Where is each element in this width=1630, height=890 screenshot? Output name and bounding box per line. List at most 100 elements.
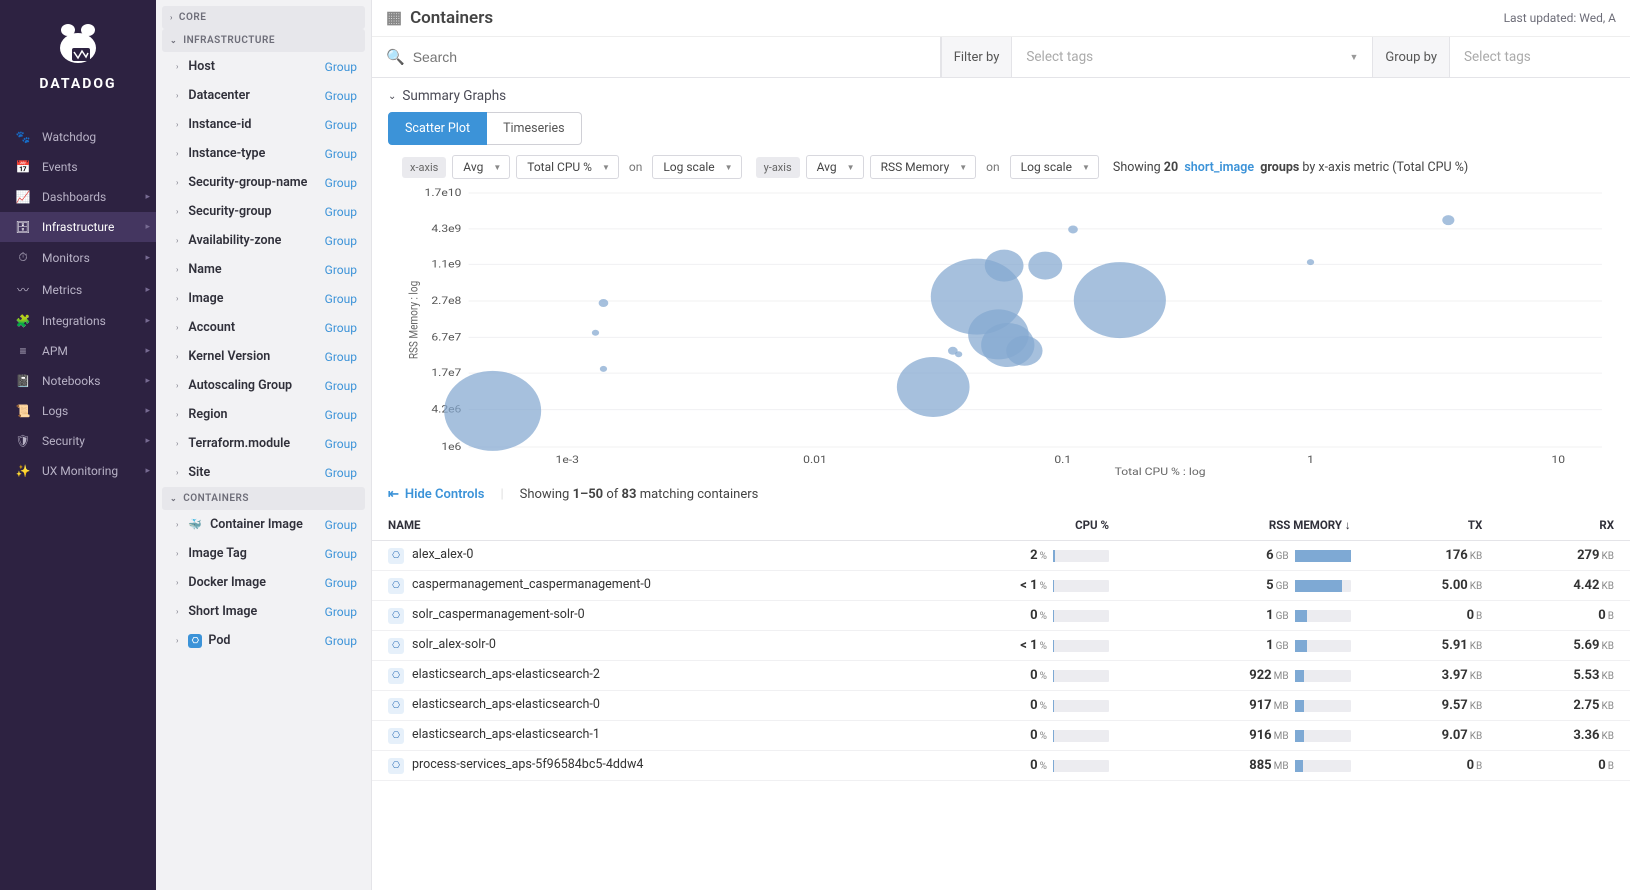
- facet-account[interactable]: ›AccountGroup: [162, 313, 365, 342]
- svg-text:1.7e10: 1.7e10: [425, 187, 462, 199]
- group-action[interactable]: Group: [325, 89, 357, 103]
- facet-image[interactable]: ›ImageGroup: [162, 284, 365, 313]
- group-action[interactable]: Group: [325, 634, 357, 648]
- x-metric-select[interactable]: Total CPU %▼: [516, 155, 619, 179]
- facet-pod[interactable]: ›⎔PodGroup: [162, 626, 365, 655]
- group-action[interactable]: Group: [325, 292, 357, 306]
- group-action[interactable]: Group: [325, 437, 357, 451]
- table-row[interactable]: ⎔solr_alex-solr-0 < 1% 1GB 5.91KB 5.69KB: [372, 631, 1630, 661]
- group-action[interactable]: Group: [325, 576, 357, 590]
- y-metric-select[interactable]: RSS Memory▼: [870, 155, 977, 179]
- group-action[interactable]: Group: [325, 547, 357, 561]
- facet-section-containers[interactable]: ⌄CONTAINERS: [162, 487, 365, 510]
- group-action[interactable]: Group: [325, 350, 357, 364]
- group-action[interactable]: Group: [325, 466, 357, 480]
- x-agg-select[interactable]: Avg▼: [452, 155, 510, 179]
- chevron-icon: ›: [170, 13, 173, 22]
- hide-controls-button[interactable]: ⇤ Hide Controls: [388, 487, 484, 502]
- scatter-chart[interactable]: 1e64.2e61.7e76.7e72.7e81.1e94.3e91.7e101…: [402, 187, 1614, 477]
- col-cpu-[interactable]: CPU %: [906, 510, 1125, 541]
- nav-item-integrations[interactable]: 🧩Integrations▸: [0, 306, 156, 336]
- table-row[interactable]: ⎔elasticsearch_aps-elasticsearch-0 0% 91…: [372, 691, 1630, 721]
- chevron-down-icon: ⌄: [388, 91, 396, 102]
- facet-docker-image[interactable]: ›Docker ImageGroup: [162, 568, 365, 597]
- table-row[interactable]: ⎔elasticsearch_aps-elasticsearch-1 0% 91…: [372, 721, 1630, 751]
- filter-by-placeholder: Select tags: [1026, 49, 1093, 65]
- group-action[interactable]: Group: [325, 379, 357, 393]
- facet-host[interactable]: ›HostGroup: [162, 52, 365, 81]
- facet-region[interactable]: ›RegionGroup: [162, 400, 365, 429]
- group-action[interactable]: Group: [325, 176, 357, 190]
- col-rx[interactable]: RX: [1498, 510, 1630, 541]
- col-name[interactable]: NAME: [372, 510, 906, 541]
- table-row[interactable]: ⎔process-services_aps-5f96584bc5-4ddw4 0…: [372, 751, 1630, 781]
- group-action[interactable]: Group: [325, 321, 357, 335]
- facet-section-core[interactable]: ›CORE: [162, 6, 365, 29]
- facet-kernel-version[interactable]: ›Kernel VersionGroup: [162, 342, 365, 371]
- facet-datacenter[interactable]: ›DatacenterGroup: [162, 81, 365, 110]
- nav-item-monitors[interactable]: ⏱Monitors▸: [0, 242, 156, 273]
- group-action[interactable]: Group: [325, 605, 357, 619]
- svg-text:10: 10: [1551, 454, 1565, 466]
- table-row[interactable]: ⎔elasticsearch_aps-elasticsearch-2 0% 92…: [372, 661, 1630, 691]
- group-by-select[interactable]: Select tags: [1450, 49, 1630, 65]
- facet-container-image[interactable]: ›🐳Container ImageGroup: [162, 510, 365, 539]
- facet-security-group[interactable]: ›Security-groupGroup: [162, 197, 365, 226]
- nav-item-infrastructure[interactable]: 🗄Infrastructure▸: [0, 212, 156, 242]
- group-action[interactable]: Group: [325, 408, 357, 422]
- col-tx[interactable]: TX: [1367, 510, 1499, 541]
- nav-item-ux-monitoring[interactable]: ✨UX Monitoring▸: [0, 456, 156, 486]
- tab-timeseries[interactable]: Timeseries: [487, 112, 582, 145]
- y-agg-select[interactable]: Avg▼: [806, 155, 864, 179]
- table-row[interactable]: ⎔alex_alex-0 2% 6GB 176KB 279KB: [372, 541, 1630, 571]
- nav-item-events[interactable]: 📅Events: [0, 152, 156, 182]
- table-row[interactable]: ⎔caspermanagement_caspermanagement-0 < 1…: [372, 571, 1630, 601]
- facet-image-tag[interactable]: ›Image TagGroup: [162, 539, 365, 568]
- search-box[interactable]: 🔍: [372, 37, 941, 77]
- facet-short-image[interactable]: ›Short ImageGroup: [162, 597, 365, 626]
- facet-site[interactable]: ›SiteGroup: [162, 458, 365, 487]
- group-action[interactable]: Group: [325, 263, 357, 277]
- nav-item-watchdog[interactable]: 🐾Watchdog: [0, 122, 156, 152]
- group-action[interactable]: Group: [325, 205, 357, 219]
- chevron-right-icon: ›: [176, 439, 178, 448]
- group-action[interactable]: Group: [325, 518, 357, 532]
- facet-section-infrastructure[interactable]: ⌄INFRASTRUCTURE: [162, 29, 365, 52]
- svg-text:1: 1: [1307, 454, 1314, 466]
- nav-item-notebooks[interactable]: 📓Notebooks▸: [0, 366, 156, 396]
- on-label-2: on: [982, 160, 1003, 174]
- nav-item-security[interactable]: 🛡Security▸: [0, 426, 156, 456]
- nav-item-apm[interactable]: ≡APM▸: [0, 336, 156, 366]
- y-axis-label: y-axis: [756, 157, 800, 178]
- group-action[interactable]: Group: [325, 60, 357, 74]
- chevron-right-icon: ›: [176, 323, 178, 332]
- y-scale-select[interactable]: Log scale▼: [1010, 155, 1099, 179]
- facet-name[interactable]: ›NameGroup: [162, 255, 365, 284]
- filter-by-select[interactable]: Select tags ▼: [1012, 49, 1372, 65]
- svg-text:1e6: 1e6: [441, 441, 461, 453]
- facet-autoscaling-group[interactable]: ›Autoscaling GroupGroup: [162, 371, 365, 400]
- search-icon: 🔍: [386, 48, 405, 66]
- facet-security-group-name[interactable]: ›Security-group-nameGroup: [162, 168, 365, 197]
- facet-instance-id[interactable]: ›Instance-idGroup: [162, 110, 365, 139]
- nav-item-metrics[interactable]: 〰Metrics▸: [0, 273, 156, 306]
- table-row[interactable]: ⎔solr_caspermanagement-solr-0 0% 1GB 0B …: [372, 601, 1630, 631]
- k8s-icon: ⎔: [388, 608, 404, 624]
- nav-item-logs[interactable]: 📜Logs▸: [0, 396, 156, 426]
- short-image-link[interactable]: short_image: [1184, 160, 1254, 175]
- col-rss-memory-[interactable]: RSS MEMORY ↓: [1125, 510, 1367, 541]
- group-action[interactable]: Group: [325, 147, 357, 161]
- x-scale-select[interactable]: Log scale▼: [652, 155, 741, 179]
- summary-graphs-toggle[interactable]: ⌄ Summary Graphs: [372, 78, 1630, 112]
- facet-instance-type[interactable]: ›Instance-typeGroup: [162, 139, 365, 168]
- group-action[interactable]: Group: [325, 234, 357, 248]
- facet-availability-zone[interactable]: ›Availability-zoneGroup: [162, 226, 365, 255]
- query-bar: 🔍 Filter by Select tags ▼ Group by Selec…: [372, 37, 1630, 78]
- nav-item-dashboards[interactable]: 📈Dashboards▸: [0, 182, 156, 212]
- tab-scatter-plot[interactable]: Scatter Plot: [388, 112, 487, 145]
- group-action[interactable]: Group: [325, 118, 357, 132]
- chevron-right-icon: ›: [176, 520, 178, 529]
- search-input[interactable]: [405, 37, 926, 77]
- brand-text: DATADOG: [39, 76, 116, 92]
- facet-terraform-module[interactable]: ›Terraform.moduleGroup: [162, 429, 365, 458]
